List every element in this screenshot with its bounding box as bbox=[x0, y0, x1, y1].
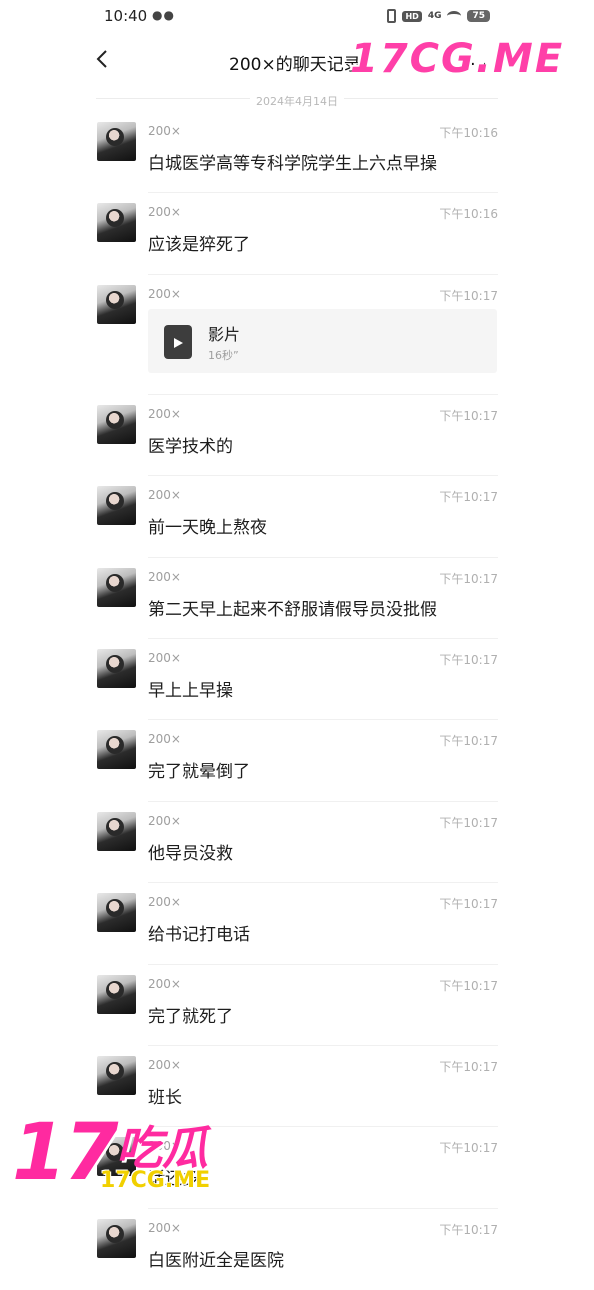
sender-name: 200× bbox=[148, 286, 181, 301]
battery-icon: 75 bbox=[467, 10, 490, 22]
message-time: 下午10:16 bbox=[439, 126, 498, 140]
message-text: 白医附近全是医院 bbox=[148, 1250, 284, 1271]
list-item[interactable]: 200× 下午10:17 影片 16秒” bbox=[0, 275, 594, 395]
message-text: 医学技术的 bbox=[148, 436, 233, 457]
list-item[interactable]: 200× 下午10:17 早上上早操 bbox=[0, 639, 594, 721]
message-text: 前一天晚上熬夜 bbox=[148, 518, 267, 539]
status-icons: HD 4G 75 bbox=[387, 9, 490, 23]
sender-name: 200× bbox=[148, 1220, 181, 1235]
message-time: 下午10:17 bbox=[439, 288, 498, 303]
sender-name: 200× bbox=[148, 1057, 181, 1072]
message-time: 下午10:17 bbox=[439, 897, 498, 912]
message-text: 给书记打电话 bbox=[148, 925, 250, 946]
message-text: 班长 bbox=[148, 1087, 182, 1108]
avatar[interactable] bbox=[97, 893, 136, 933]
avatar[interactable] bbox=[97, 486, 136, 526]
vibrate-icon bbox=[387, 9, 397, 23]
sender-name: 200× bbox=[148, 895, 181, 910]
sender-name: 200× bbox=[148, 976, 181, 991]
notification-dots-icon: ●● bbox=[152, 8, 175, 22]
avatar[interactable] bbox=[97, 648, 136, 688]
sender-name: 200× bbox=[148, 650, 181, 665]
hd-icon: HD bbox=[402, 10, 422, 22]
message-text: 完了就晕倒了 bbox=[148, 762, 250, 783]
message-time: 下午10:17 bbox=[439, 1222, 498, 1237]
message-text: 早上上早操 bbox=[148, 680, 233, 701]
message-time: 下午10:17 bbox=[439, 1059, 498, 1074]
sender-name: 200× bbox=[148, 813, 181, 828]
video-file-icon bbox=[164, 324, 192, 359]
chevron-left-icon bbox=[96, 50, 107, 68]
message-time: 下午10:17 bbox=[439, 490, 498, 505]
message-time: 下午10:17 bbox=[439, 978, 498, 993]
avatar[interactable] bbox=[97, 811, 136, 851]
date-separator: 2024年4月14日 bbox=[96, 90, 498, 108]
status-time: 10:40 bbox=[104, 7, 148, 25]
sender-name: 200× bbox=[148, 488, 181, 503]
avatar[interactable] bbox=[97, 404, 136, 444]
list-item[interactable]: 200× 下午10:17 第二天早上起来不舒服请假导员没批假 bbox=[0, 558, 594, 639]
list-item[interactable]: 200× 下午10:17 前一天晚上熬夜 bbox=[0, 476, 594, 558]
list-item[interactable]: 200× 下午10:17 完了就晕倒了 bbox=[0, 720, 594, 802]
watermark-logo-url: 17CG.ME bbox=[100, 1168, 211, 1193]
list-item[interactable]: 200× 下午10:17 白医附近全是医院 bbox=[0, 1209, 594, 1290]
message-time: 下午10:17 bbox=[439, 734, 498, 749]
network-icon: 4G bbox=[427, 11, 442, 21]
avatar[interactable] bbox=[97, 284, 136, 324]
avatar[interactable] bbox=[97, 1055, 136, 1095]
message-time: 下午10:17 bbox=[439, 571, 498, 586]
sender-name: 200× bbox=[148, 205, 181, 220]
back-button[interactable] bbox=[88, 44, 118, 74]
message-time: 下午10:17 bbox=[439, 408, 498, 423]
list-item[interactable]: 200× 下午10:17 完了就死了 bbox=[0, 965, 594, 1046]
message-text: 应该是猝死了 bbox=[148, 235, 250, 256]
status-bar: 10:40 ●● HD 4G 75 bbox=[0, 0, 594, 34]
page-title: 200×的聊天记录 bbox=[229, 55, 361, 75]
watermark-top: 17CG.ME bbox=[350, 36, 565, 82]
message-time: 下午10:16 bbox=[439, 207, 498, 222]
avatar[interactable] bbox=[97, 974, 136, 1014]
file-duration: 16秒” bbox=[208, 348, 239, 362]
avatar[interactable] bbox=[97, 730, 136, 770]
message-text: 完了就死了 bbox=[148, 1006, 233, 1027]
sender-name: 200× bbox=[148, 569, 181, 584]
list-item[interactable]: 200× 下午10:17 给书记打电话 bbox=[0, 883, 594, 965]
wifi-icon bbox=[447, 11, 462, 21]
date-label: 2024年4月14日 bbox=[250, 95, 344, 108]
avatar[interactable] bbox=[97, 203, 136, 243]
list-item[interactable]: 200× 下午10:16 应该是猝死了 bbox=[0, 193, 594, 275]
avatar[interactable] bbox=[97, 1218, 136, 1258]
message-text: 他导员没救 bbox=[148, 843, 233, 864]
message-time: 下午10:17 bbox=[439, 652, 498, 667]
sender-name: 200× bbox=[148, 406, 181, 421]
sender-name: 200× bbox=[148, 732, 181, 747]
list-item[interactable]: 200× 下午10:16 白城医学高等专科学院学生上六点早操 bbox=[0, 112, 594, 194]
list-item[interactable]: 200× 下午10:17 他导员没救 bbox=[0, 802, 594, 884]
video-file-card[interactable]: 影片 16秒” bbox=[148, 308, 497, 373]
sender-name: 200× bbox=[148, 124, 181, 138]
message-time: 下午10:17 bbox=[439, 1141, 498, 1156]
message-time: 下午10:17 bbox=[439, 815, 498, 830]
avatar[interactable] bbox=[97, 122, 136, 161]
message-text: 第二天早上起来不舒服请假导员没批假 bbox=[148, 599, 437, 620]
message-text: 白城医学高等专科学院学生上六点早操 bbox=[148, 154, 437, 174]
avatar[interactable] bbox=[97, 567, 136, 607]
list-item[interactable]: 200× 下午10:17 医学技术的 bbox=[0, 395, 594, 477]
file-name: 影片 bbox=[208, 324, 241, 344]
